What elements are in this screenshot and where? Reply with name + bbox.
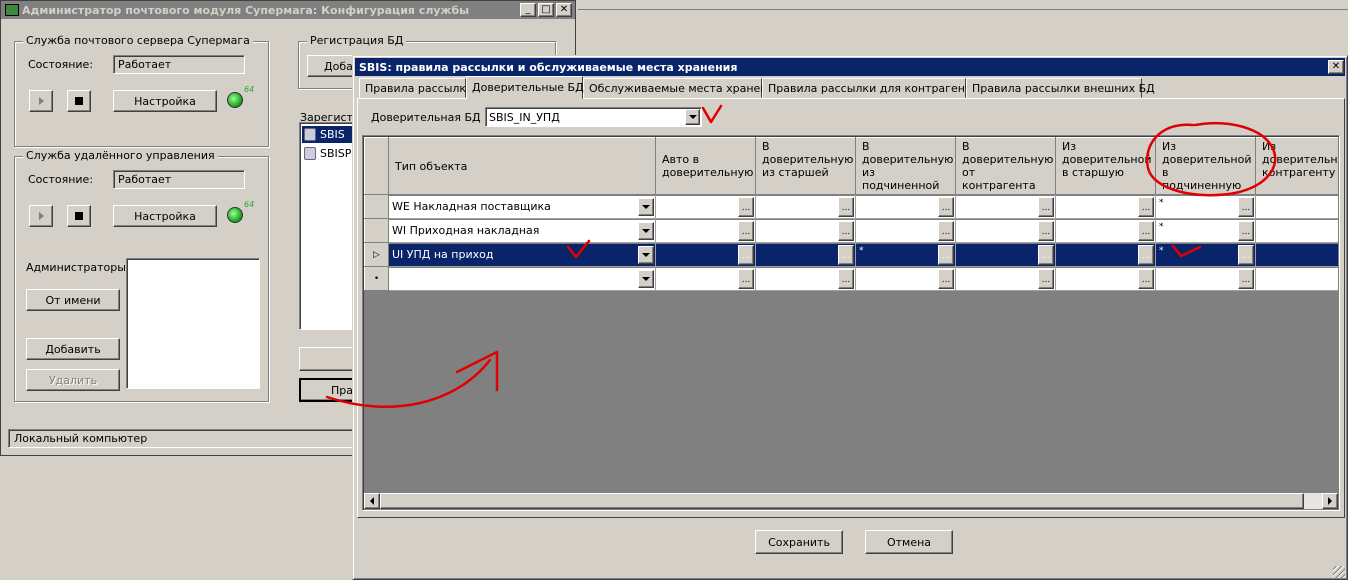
tab-trusted-db[interactable]: Доверительные БД bbox=[466, 76, 584, 99]
annotation-layer bbox=[325, 104, 1277, 408]
circle-annotation bbox=[1145, 121, 1277, 197]
checkmark-annotation bbox=[1171, 244, 1202, 258]
checkmark-annotation bbox=[701, 104, 723, 124]
checkmark-annotation bbox=[566, 239, 591, 259]
